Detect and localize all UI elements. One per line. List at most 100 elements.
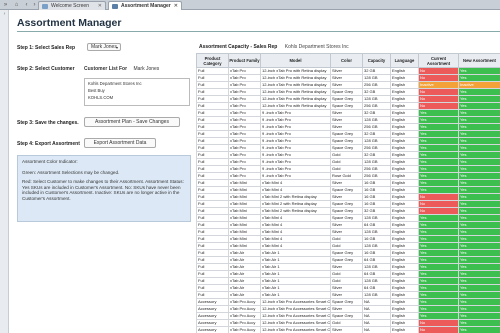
table-row[interactable]: Full xTab Pro 9 -inch xTab Pro Silver 128 GB… (196, 116, 500, 124)
cell-new-assortment[interactable]: Yes (458, 221, 500, 229)
tab-assortment-manager[interactable]: Assortment Manager ✕ (108, 1, 182, 10)
cell-new-assortment[interactable]: Yes (458, 319, 500, 327)
table-row[interactable]: Full xTab Mini xTab Mini 4 Silver 64 GB Engli… (196, 221, 500, 229)
cell-new-assortment[interactable]: Yes (458, 207, 500, 215)
cell-new-assortment[interactable]: Yes (458, 158, 500, 166)
cell-new-assortment[interactable]: Yes (458, 312, 500, 320)
customer-list[interactable]: Kohls Department Stores Inc Best Buy KOH… (84, 78, 190, 106)
customer-list-item[interactable]: KOHLS.COM (88, 94, 186, 101)
cell-new-assortment[interactable]: Yes (458, 193, 500, 201)
table-row[interactable]: Full xTab Air xTab Air 1 Space Grey 64 GB Eng… (196, 256, 500, 264)
table-row[interactable]: Full xTab Pro 9 -inch xTab Pro Gold 256 GB En… (196, 165, 500, 173)
col-product-family[interactable]: Product Family (228, 53, 261, 68)
table-row[interactable]: Full xTab Pro 12-inch xTab Pro with Retina… (196, 102, 500, 110)
cell-new-assortment[interactable]: Yes (458, 228, 500, 236)
cell-new-assortment[interactable]: Yes (458, 172, 500, 180)
sales-rep-select[interactable]: Mark Jones ▾ (87, 43, 121, 51)
cell-new-assortment[interactable]: Yes (458, 67, 500, 75)
customer-list-item[interactable]: Best Buy (88, 87, 186, 94)
table-row[interactable]: Full xTab Pro 9 -inch xTab Pro Space Grey 32… (196, 130, 500, 138)
cell-new-assortment[interactable]: Yes (458, 277, 500, 285)
cell-new-assortment[interactable]: Yes (458, 263, 500, 271)
table-row[interactable]: Full xTab Pro 12-inch xTab Pro with Retina… (196, 67, 500, 75)
cell-new-assortment[interactable]: Yes (458, 88, 500, 96)
table-row[interactable]: Full xTab Air xTab Air 1 Silver 128 GB Englis… (196, 291, 500, 299)
table-row[interactable]: Full xTab Mini xTab Mini 2 with Retina dis… (196, 200, 500, 208)
table-row[interactable]: Full xTab Pro 9 -inch xTab Pro Gold 128 GB En… (196, 158, 500, 166)
table-row[interactable]: Full xTab Air xTab Air 1 Silver 128 GB Englis… (196, 263, 500, 271)
cell-new-assortment[interactable]: Yes (458, 151, 500, 159)
table-row[interactable]: Full xTab Pro 9 -inch xTab Pro Silver 32 GB E… (196, 109, 500, 117)
table-row[interactable]: Full xTab Air xTab Air 1 Space Grey 16 GB Eng… (196, 249, 500, 257)
table-row[interactable]: Full xTab Mini xTab Mini 4 Gold 128 GB Englis… (196, 242, 500, 250)
cell-new-assortment[interactable]: Yes (458, 116, 500, 124)
close-icon[interactable]: ✕ (174, 2, 178, 11)
cell-new-assortment[interactable]: Yes (458, 179, 500, 187)
cell-new-assortment[interactable]: Yes (458, 298, 500, 306)
table-row[interactable]: Full xTab Air xTab Air 1 Gold 64 GB English Ye… (196, 270, 500, 278)
cell-new-assortment[interactable]: Yes (458, 270, 500, 278)
tab-welcome-screen[interactable]: Welcome Screen ✕ (38, 1, 106, 10)
table-row[interactable]: Full xTab Pro 9 -inch xTab Pro Silver 256 GB… (196, 123, 500, 131)
cell-new-assortment[interactable]: Yes (458, 235, 500, 243)
table-row[interactable]: Full xTab Mini xTab Mini 4 Silver 16 GB Engli… (196, 179, 500, 187)
table-row[interactable]: Full xTab Mini xTab Mini 4 Silver 128 GB Engl… (196, 228, 500, 236)
col-current-assortment[interactable]: Current Assortment (418, 53, 459, 68)
cell-new-assortment[interactable]: Yes (458, 200, 500, 208)
col-color[interactable]: Color (330, 53, 363, 68)
col-new-assortment[interactable]: New Assortment (458, 53, 500, 68)
cell-new-assortment[interactable]: Yes (458, 256, 500, 264)
cell-new-assortment[interactable]: Yes (458, 144, 500, 152)
cell-new-assortment[interactable]: Yes (458, 305, 500, 313)
save-changes-button[interactable]: Assortment Plan - Save Changes (84, 117, 180, 127)
table-row[interactable]: Full xTab Pro 12-inch xTab Pro with Retina… (196, 88, 500, 96)
export-assortment-button[interactable]: Export Assortment Data (84, 138, 156, 148)
table-row[interactable]: Accessory xTab Pro Accy 12-inch xTab Pro A… (196, 312, 500, 320)
table-row[interactable]: Full xTab Mini xTab Mini 4 Space Grey 128 GB… (196, 214, 500, 222)
col-product-category[interactable]: Product Category (196, 53, 229, 68)
table-row[interactable]: Full xTab Pro 9 -inch xTab Pro Rose Gold 256… (196, 172, 500, 180)
cell-new-assortment[interactable]: Yes (458, 249, 500, 257)
table-row[interactable]: Full xTab Mini xTab Mini 4 Gold 16 GB English… (196, 235, 500, 243)
table-row[interactable]: Full xTab Pro 9 -inch xTab Pro Gold 32 GB Eng… (196, 151, 500, 159)
cell-new-assortment[interactable]: Yes (458, 284, 500, 292)
cell-new-assortment[interactable]: Yes (458, 95, 500, 103)
table-row[interactable]: Full xTab Pro 9 -inch xTab Pro Space Grey 25… (196, 144, 500, 152)
table-row[interactable]: Full xTab Mini xTab Mini 2 with Retina dis… (196, 193, 500, 201)
cell-new-assortment[interactable]: Yes (458, 74, 500, 82)
cell-new-assortment[interactable]: Inactive (458, 81, 500, 89)
cell-new-assortment[interactable]: Yes (458, 214, 500, 222)
table-row[interactable]: Accessory xTab Pro Accy 12-inch xTab Pro A… (196, 305, 500, 313)
cell-new-assortment[interactable]: Yes (458, 186, 500, 194)
table-row[interactable]: Full xTab Air xTab Air 1 Silver 64 GB English… (196, 284, 500, 292)
cell-new-assortment[interactable]: Yes (458, 109, 500, 117)
table-row[interactable]: Accessory xTab Pro Accy 12-inch xTab Pro A… (196, 319, 500, 327)
table-row[interactable]: Full xTab Pro 12-inch xTab Pro with Retina… (196, 81, 500, 89)
home-icon[interactable]: ⌂ (12, 1, 21, 9)
customer-list-item[interactable]: Kohls Department Stores Inc (88, 80, 186, 87)
table-row[interactable]: Accessory xTab Pro Accy 12-inch xTab Pro A… (196, 298, 500, 306)
close-icon[interactable]: ✕ (98, 2, 102, 11)
col-language[interactable]: Language (390, 53, 419, 68)
cell-new-assortment[interactable]: Yes (458, 326, 500, 333)
table-row[interactable]: Full xTab Air xTab Air 1 Gold 128 GB English Y… (196, 277, 500, 285)
table-row[interactable]: Full xTab Pro 9 -inch xTab Pro Space Grey 12… (196, 137, 500, 145)
cell-new-assortment[interactable]: Yes (458, 123, 500, 131)
assortment-table-container[interactable]: Product Category Product Family Model Co… (196, 53, 500, 333)
table-row[interactable]: Full xTab Pro 12-inch xTab Pro with Retina… (196, 74, 500, 82)
cell-new-assortment[interactable]: Yes (458, 137, 500, 145)
menu-icon[interactable]: » (1, 1, 10, 9)
cell-new-assortment[interactable]: Yes (458, 102, 500, 110)
table-row[interactable]: Full xTab Mini xTab Mini 2 with Retina dis… (196, 207, 500, 215)
table-row[interactable]: Full xTab Pro 12-inch xTab Pro with Retina… (196, 95, 500, 103)
col-model[interactable]: Model (260, 53, 331, 68)
cell-new-assortment[interactable]: Yes (458, 165, 500, 173)
cell-new-assortment[interactable]: Yes (458, 291, 500, 299)
collapse-icon[interactable]: › (0, 10, 9, 18)
cell-new-assortment[interactable]: Yes (458, 242, 500, 250)
cell-model: xTab Mini 4 (260, 242, 331, 250)
cell-new-assortment[interactable]: Yes (458, 130, 500, 138)
table-row[interactable]: Accessory xTab Pro Accy 12-inch xTab Pro A… (196, 326, 500, 333)
col-capacity[interactable]: Capacity (362, 53, 391, 68)
table-row[interactable]: Full xTab Mini xTab Mini 4 Space Grey 16 GB E… (196, 186, 500, 194)
